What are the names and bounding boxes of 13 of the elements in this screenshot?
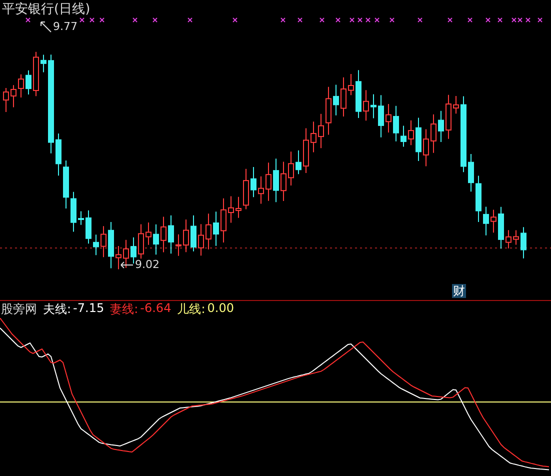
line-value: -6.64: [140, 301, 172, 317]
leader-line: [40, 20, 52, 32]
chart-title: 平安银行(日线): [2, 1, 90, 18]
line-label: 妻线:: [110, 301, 138, 318]
finance-badge: 财: [452, 284, 466, 298]
leader-line: [120, 260, 134, 268]
line-label: 夫线:: [43, 301, 72, 318]
low-price-label: 9.02: [135, 258, 160, 271]
high-price-label: 9.77: [53, 20, 78, 33]
line-label: 儿线:: [177, 301, 206, 318]
indicator-name: 股旁网: [1, 301, 37, 318]
line-value: -7.15: [73, 301, 104, 317]
line-value: 0.00: [207, 301, 234, 317]
